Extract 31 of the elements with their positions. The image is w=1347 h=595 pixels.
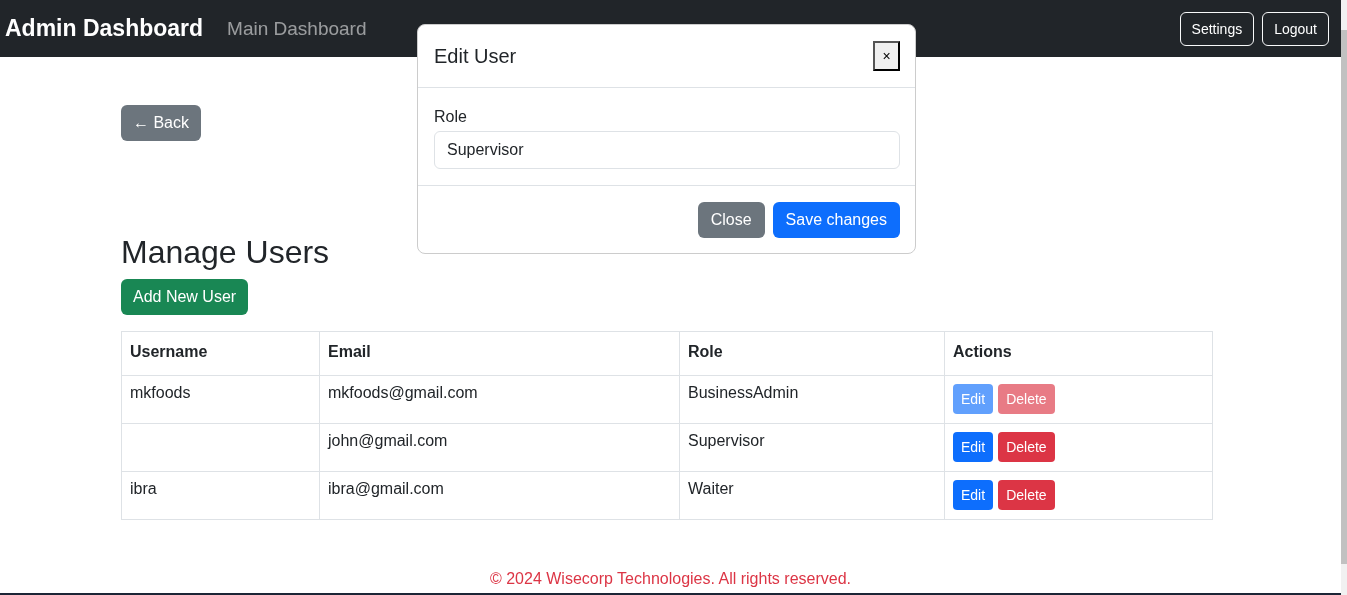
- table-cell: mkfoods: [130, 384, 191, 402]
- table-cell: Supervisor: [688, 432, 765, 450]
- table-cell: BusinessAdmin: [688, 384, 799, 402]
- table-cell: ibra: [130, 480, 157, 498]
- nav-button[interactable]: Logout: [1262, 11, 1329, 46]
- nav-link[interactable]: Main Dashboard: [227, 17, 367, 40]
- field-label: Role: [434, 108, 468, 126]
- edit-button[interactable]: Edit: [953, 432, 994, 463]
- column-header: Username: [121, 331, 320, 376]
- table-cell: Waiter: [688, 480, 734, 498]
- nav-button[interactable]: Settings: [1179, 11, 1255, 46]
- edit-button[interactable]: Edit: [953, 480, 994, 511]
- page-heading: Manage Users: [121, 233, 330, 272]
- role-field[interactable]: Supervisor: [434, 131, 900, 169]
- scrollbar-thumb[interactable]: [1341, 30, 1347, 564]
- column-header: Role: [679, 331, 945, 376]
- column-header: Email: [319, 331, 680, 376]
- back-button[interactable]: ← Back: [121, 105, 201, 141]
- table-cell: john@gmail.com: [328, 432, 448, 450]
- column-header: Actions: [944, 331, 1213, 376]
- add-user-button[interactable]: Add New User: [121, 279, 249, 316]
- modal-title: Edit User: [434, 44, 517, 68]
- delete-button[interactable]: Delete: [998, 480, 1055, 511]
- save-button[interactable]: Save changes: [772, 202, 900, 238]
- close-button[interactable]: Close: [697, 202, 765, 238]
- delete-button[interactable]: Delete: [998, 432, 1055, 463]
- footer-text: © 2024 Wisecorp Technologies. All rights reserved.: [490, 570, 851, 588]
- table-cell: ibra@gmail.com: [328, 480, 444, 498]
- brand-title: Admin Dashboard: [5, 15, 204, 42]
- table-cell: mkfoods@gmail.com: [328, 384, 478, 402]
- close-button[interactable]: ×: [873, 41, 900, 71]
